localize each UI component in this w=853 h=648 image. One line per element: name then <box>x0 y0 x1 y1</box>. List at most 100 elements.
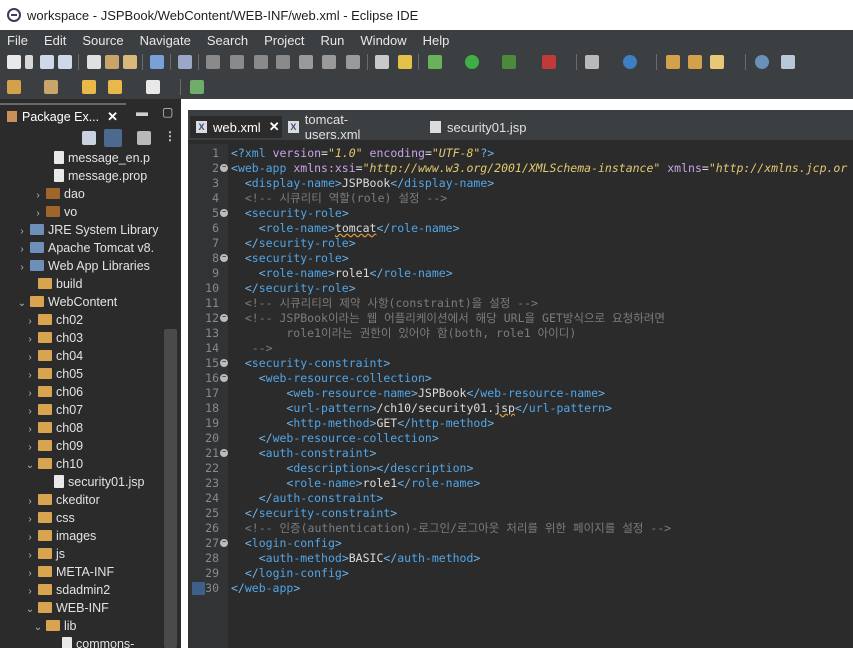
open-file-icon[interactable] <box>688 55 702 69</box>
tree-item[interactable]: commons- <box>0 635 134 648</box>
next-annotation-icon[interactable] <box>44 80 58 94</box>
tree-item[interactable]: › vo <box>0 203 77 221</box>
tree-item[interactable]: › ch08 <box>0 419 83 437</box>
menu-edit[interactable]: Edit <box>37 33 75 48</box>
editor-tab[interactable]: Xtomcat-users.xml <box>282 112 402 142</box>
tree-item[interactable]: build <box>0 275 82 293</box>
tree-item[interactable]: › Web App Libraries <box>0 257 150 275</box>
new-java-class-icon[interactable] <box>623 55 637 69</box>
terminate-icon[interactable] <box>254 55 268 69</box>
menu-run[interactable]: Run <box>314 33 354 48</box>
annotation-icon[interactable] <box>150 55 164 69</box>
tree-item-label: Web App Libraries <box>48 259 150 273</box>
new-icon[interactable] <box>7 55 21 69</box>
code-token: > <box>424 371 432 385</box>
tree-item[interactable]: ⌄ lib <box>0 617 77 635</box>
minimize-icon[interactable]: ▬ <box>136 105 148 119</box>
tree-item[interactable]: › ch04 <box>0 347 83 365</box>
tree-item[interactable]: › dao <box>0 185 85 203</box>
pin-editor-icon[interactable] <box>190 80 204 94</box>
tree-scrollbar[interactable] <box>164 329 177 648</box>
tree-item[interactable]: message.prop <box>0 167 147 185</box>
new-dropdown-icon[interactable] <box>25 55 33 69</box>
tree-item[interactable]: › js <box>0 545 65 563</box>
fold-toggle-icon[interactable]: − <box>220 164 228 172</box>
step-into-icon[interactable] <box>299 55 313 69</box>
tree-item[interactable]: › ch07 <box>0 401 83 419</box>
package-explorer-tab[interactable]: Package Ex... ✕ <box>0 103 126 128</box>
fold-toggle-icon[interactable]: − <box>220 449 228 457</box>
fold-toggle-icon[interactable]: − <box>220 539 228 547</box>
link-with-editor-icon[interactable] <box>104 129 122 147</box>
code-token: </ <box>258 431 273 445</box>
code-token: description <box>293 461 370 475</box>
previous-edit-icon[interactable] <box>108 80 122 94</box>
tree-item[interactable]: ⌄ WebContent <box>0 293 117 311</box>
drop-to-frame-icon[interactable] <box>398 55 412 69</box>
menu-file[interactable]: File <box>0 33 37 48</box>
tree-item[interactable]: › ch02 <box>0 311 83 329</box>
tree-item[interactable]: ⌄ WEB-INF <box>0 599 109 617</box>
tree-item[interactable]: › Apache Tomcat v8. <box>0 239 154 257</box>
suspend-icon[interactable] <box>230 55 244 69</box>
menu-source[interactable]: Source <box>75 33 132 48</box>
filter-icon[interactable] <box>137 131 151 145</box>
save-all-icon[interactable] <box>58 55 72 69</box>
close-icon[interactable]: ✕ <box>107 109 118 125</box>
new-server-icon[interactable] <box>585 55 599 69</box>
fold-toggle-icon[interactable]: − <box>220 359 228 367</box>
folder-icon <box>38 458 52 469</box>
menu-help[interactable]: Help <box>416 33 459 48</box>
menu-navigate[interactable]: Navigate <box>133 33 200 48</box>
open-type-icon[interactable] <box>87 55 101 69</box>
maximize-icon[interactable]: ▢ <box>162 105 173 119</box>
close-icon[interactable]: ✕ <box>269 119 280 135</box>
menu-project[interactable]: Project <box>257 33 313 48</box>
tree-item[interactable]: ⌄ ch10 <box>0 455 83 473</box>
tree-item[interactable]: › ch03 <box>0 329 83 347</box>
editor-tab[interactable]: Xweb.xml ✕ <box>190 116 282 138</box>
tree-item[interactable]: › css <box>0 509 74 527</box>
disconnect-icon[interactable] <box>276 55 290 69</box>
fold-toggle-icon[interactable]: − <box>220 209 228 217</box>
collapse-all-icon[interactable] <box>82 131 96 145</box>
search-tool-icon[interactable] <box>123 55 137 69</box>
tree-item[interactable]: › ckeditor <box>0 491 99 509</box>
tree-item[interactable]: › sdadmin2 <box>0 581 110 599</box>
view-menu-icon[interactable]: ⋮ <box>164 129 176 143</box>
step-return-icon[interactable] <box>346 55 360 69</box>
tree-item[interactable]: › ch06 <box>0 383 83 401</box>
gear-icon[interactable] <box>781 55 795 69</box>
open-task-icon[interactable] <box>105 55 119 69</box>
fold-toggle-icon[interactable]: − <box>220 314 228 322</box>
fold-toggle-icon[interactable]: − <box>220 254 228 262</box>
resume-icon[interactable] <box>206 55 220 69</box>
back-arrow-icon[interactable] <box>82 80 96 94</box>
use-step-filters-icon[interactable] <box>375 55 389 69</box>
pencil-icon[interactable] <box>710 55 724 69</box>
menu-window[interactable]: Window <box>353 33 415 48</box>
save-icon[interactable] <box>40 55 54 69</box>
fold-toggle-icon[interactable]: − <box>220 374 228 382</box>
debug-icon[interactable] <box>428 55 442 69</box>
tree-item[interactable]: security01.jsp <box>0 473 144 491</box>
open-perspective-icon[interactable] <box>7 80 21 94</box>
globe-icon[interactable] <box>755 55 769 69</box>
code-editor[interactable]: 1 2−3 4 5−6 7 8−9 10 11 12−13 14 15−16−17 18 19 20 21−… <box>188 144 853 648</box>
menu-search[interactable]: Search <box>200 33 257 48</box>
editor-tab[interactable]: security01.jsp <box>424 116 534 138</box>
open-folder-icon[interactable] <box>666 55 680 69</box>
tree-item[interactable]: › ch09 <box>0 437 83 455</box>
forward-arrow-icon[interactable] <box>146 80 160 94</box>
external-tools-icon[interactable] <box>542 55 556 69</box>
run-icon[interactable] <box>465 55 479 69</box>
step-over-icon[interactable] <box>322 55 336 69</box>
run-server-icon[interactable] <box>502 55 516 69</box>
code-token: < <box>258 371 266 385</box>
tree-item[interactable]: message_en.p <box>0 149 150 167</box>
skip-breakpoints-icon[interactable] <box>178 55 192 69</box>
tree-item[interactable]: › META-INF <box>0 563 114 581</box>
tree-item[interactable]: › ch05 <box>0 365 83 383</box>
tree-item[interactable]: › JRE System Library <box>0 221 158 239</box>
tree-item[interactable]: › images <box>0 527 96 545</box>
